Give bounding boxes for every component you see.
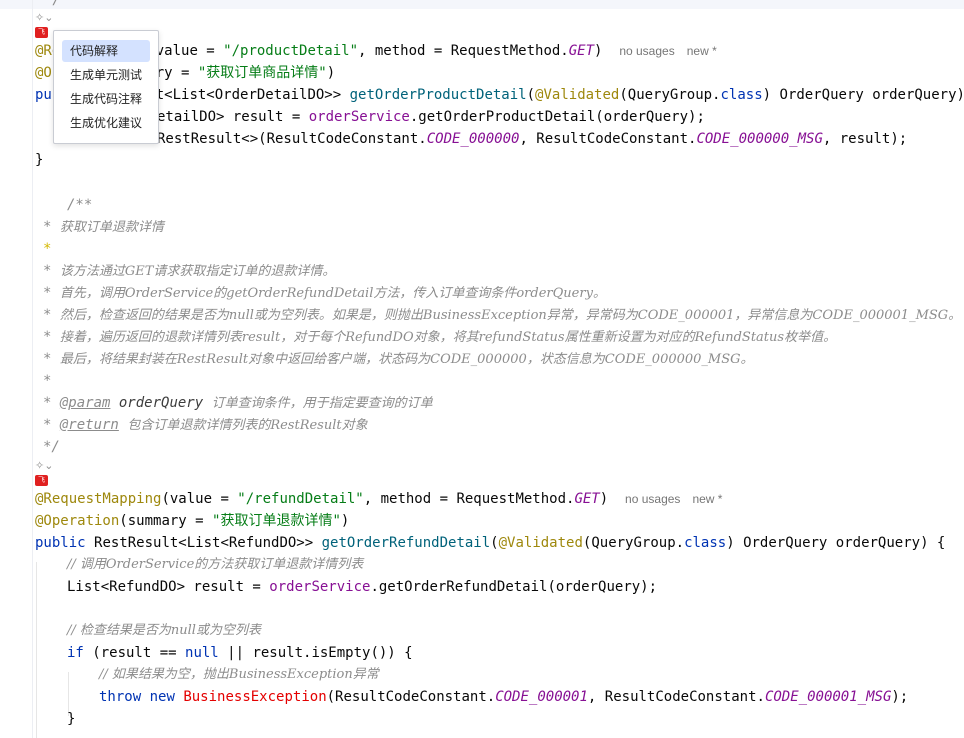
javadoc-blank-line: * [43, 241, 52, 257]
code-line-operation-2[interactable]: @Operation(summary = "获取订单退款详情") [35, 510, 349, 532]
javadoc-line: * 首先，调用OrderService的getOrderRefundDetail… [43, 285, 606, 301]
code-line-if[interactable]: if (result == null || result.isEmpty()) … [67, 642, 413, 664]
javadoc-close-top: */ [44, 0, 61, 8]
code-fragment: etailDO> result = [157, 109, 309, 125]
string-literal: "获取订单商品详情" [197, 65, 327, 81]
return-type: lt<List<OrderDetailDO>> [147, 87, 350, 103]
javadoc-return-line: * @return 包含订单退款详情列表的RestResult对象 [43, 417, 368, 433]
code-line-throw[interactable]: throw new BusinessException(ResultCodeCo… [99, 686, 908, 708]
method-name: getOrderProductDetail [349, 87, 527, 103]
constant: CODE_000000 [426, 131, 520, 147]
usages-hint[interactable]: no usages [619, 44, 674, 58]
code-line-signature-2[interactable]: public RestResult<List<RefundDO>> getOrd… [35, 532, 945, 554]
code-line-signature-1[interactable]: pub lt<List<OrderDetailDO>> getOrderProdu… [35, 84, 964, 106]
javadoc-text: 首先，调用OrderService的getOrderRefundDetail方法… [59, 286, 606, 301]
code-line-request-mapping-2[interactable]: @RequestMapping(value = "/refundDetail",… [35, 488, 722, 510]
javadoc-line: * 该方法通过GET请求获取指定订单的退款详情。 [43, 263, 336, 279]
plugin-badge-icon[interactable]: 飞算 [35, 27, 48, 47]
plugin-badge-icon[interactable]: 飞算 [35, 475, 48, 495]
gutter-separator [32, 0, 33, 738]
javadoc-text: 接着，遍历返回的退款详情列表result，对于每个RefundDO对象，将其re… [59, 330, 837, 345]
ai-sparkle-icon[interactable]: ✧⌄ [35, 459, 55, 473]
javadoc-close: */ [43, 439, 60, 455]
code-comment: // 调用OrderService的方法获取订单退款详情列表 [67, 557, 364, 572]
popup-item-generate-optimization[interactable]: 生成优化建议 [62, 112, 150, 134]
code-line-return-1[interactable]: RestResult<>(ResultCodeConstant.CODE_000… [157, 128, 907, 150]
popup-item-generate-unit-test[interactable]: 生成单元测试 [62, 64, 150, 86]
return-type: RestResult<List<RefundDO>> [94, 535, 322, 551]
annotation: @Validated [498, 535, 583, 551]
javadoc-open: /** [67, 197, 93, 213]
ai-sparkle-icon[interactable]: ✧⌄ [35, 11, 55, 25]
popup-item-code-explain[interactable]: 代码解释 [62, 40, 150, 62]
code-fragment: .getOrderProductDetail(orderQuery); [409, 109, 705, 125]
code-line-body-1[interactable]: etailDO> result = orderService.getOrderP… [157, 106, 705, 128]
method-name: getOrderRefundDetail [321, 535, 491, 551]
javadoc-param-tag: @param [59, 395, 111, 411]
enum-constant: GET [568, 43, 595, 59]
javadoc-return-desc: 包含订单退款详情列表的RestResult对象 [127, 418, 368, 433]
javadoc-param-line: * @param orderQuery 订单查询条件，用于指定要查询的订单 [43, 395, 433, 411]
javadoc-text: 最后，将结果封装在RestResult对象中返回给客户端，状态码为CODE_00… [59, 352, 754, 367]
field-ref: orderService [269, 579, 371, 595]
popup-item-generate-comment[interactable]: 生成代码注释 [62, 88, 150, 110]
javadoc-param-desc: 订单查询条件，用于指定要查询的订单 [211, 396, 433, 411]
constant: CODE_000001_MSG [764, 689, 892, 705]
code-fragment: .getOrderRefundDetail(orderQuery); [370, 579, 658, 595]
new-hint: new * [686, 44, 717, 58]
string-literal: "/refundDetail" [237, 491, 364, 507]
annotation: @Operation [35, 513, 120, 529]
usages-hint[interactable]: no usages [625, 492, 680, 506]
string-literal: "获取订单退款详情" [212, 513, 341, 529]
javadoc-text: 然后，检查返回的结果是否为null或为空列表。如果是，则抛出BusinessEx… [59, 308, 962, 323]
code-line-stmt-1[interactable]: List<RefundDO> result = orderService.get… [67, 576, 657, 598]
editor-top-strip [0, 0, 964, 9]
javadoc-title-line: * 获取订单退款详情 [43, 219, 164, 235]
code-fragment: || result.isEmpty()) { [218, 645, 413, 661]
code-comment: // 如果结果为空，抛出BusinessException异常 [99, 667, 379, 682]
constant: CODE_000001 [495, 689, 588, 705]
javadoc-return-tag: @return [59, 417, 119, 433]
if-close-brace: } [67, 711, 76, 727]
string-literal: "/productDetail" [223, 43, 359, 59]
javadoc-line: * 然后，检查返回的结果是否为null或为空列表。如果是，则抛出Business… [43, 307, 962, 323]
code-comment: // 检查结果是否为null或为空列表 [67, 623, 261, 638]
javadoc-line: * 接着，遍历返回的退款详情列表result，对于每个RefundDO对象，将其… [43, 329, 837, 345]
javadoc-text: 该方法通过GET请求获取指定订单的退款详情。 [59, 264, 336, 279]
constant: CODE_000000_MSG [696, 131, 823, 147]
annotation: @RequestMapping [35, 491, 162, 507]
enum-constant: GET [574, 491, 600, 507]
javadoc-param-name: orderQuery [118, 395, 204, 411]
new-hint: new * [692, 492, 723, 506]
code-fragment: List<RefundDO> result = [67, 579, 270, 595]
indent-guide [36, 562, 37, 738]
javadoc-blank-line: * [43, 373, 52, 389]
javadoc-line: * 最后，将结果封装在RestResult对象中返回给客户端，状态码为CODE_… [43, 351, 754, 367]
annotation: @Validated [535, 87, 620, 103]
method1-close-brace: } [35, 152, 44, 168]
code-fragment: (result == [83, 645, 186, 661]
javadoc-title: 获取订单退款详情 [59, 220, 164, 235]
code-fragment: RestResult<>(ResultCodeConstant. [157, 131, 427, 147]
ai-action-popup-menu: 代码解释 生成单元测试 生成代码注释 生成优化建议 [53, 30, 159, 144]
exception-class: BusinessException [183, 689, 327, 705]
field-ref: orderService [308, 109, 410, 125]
